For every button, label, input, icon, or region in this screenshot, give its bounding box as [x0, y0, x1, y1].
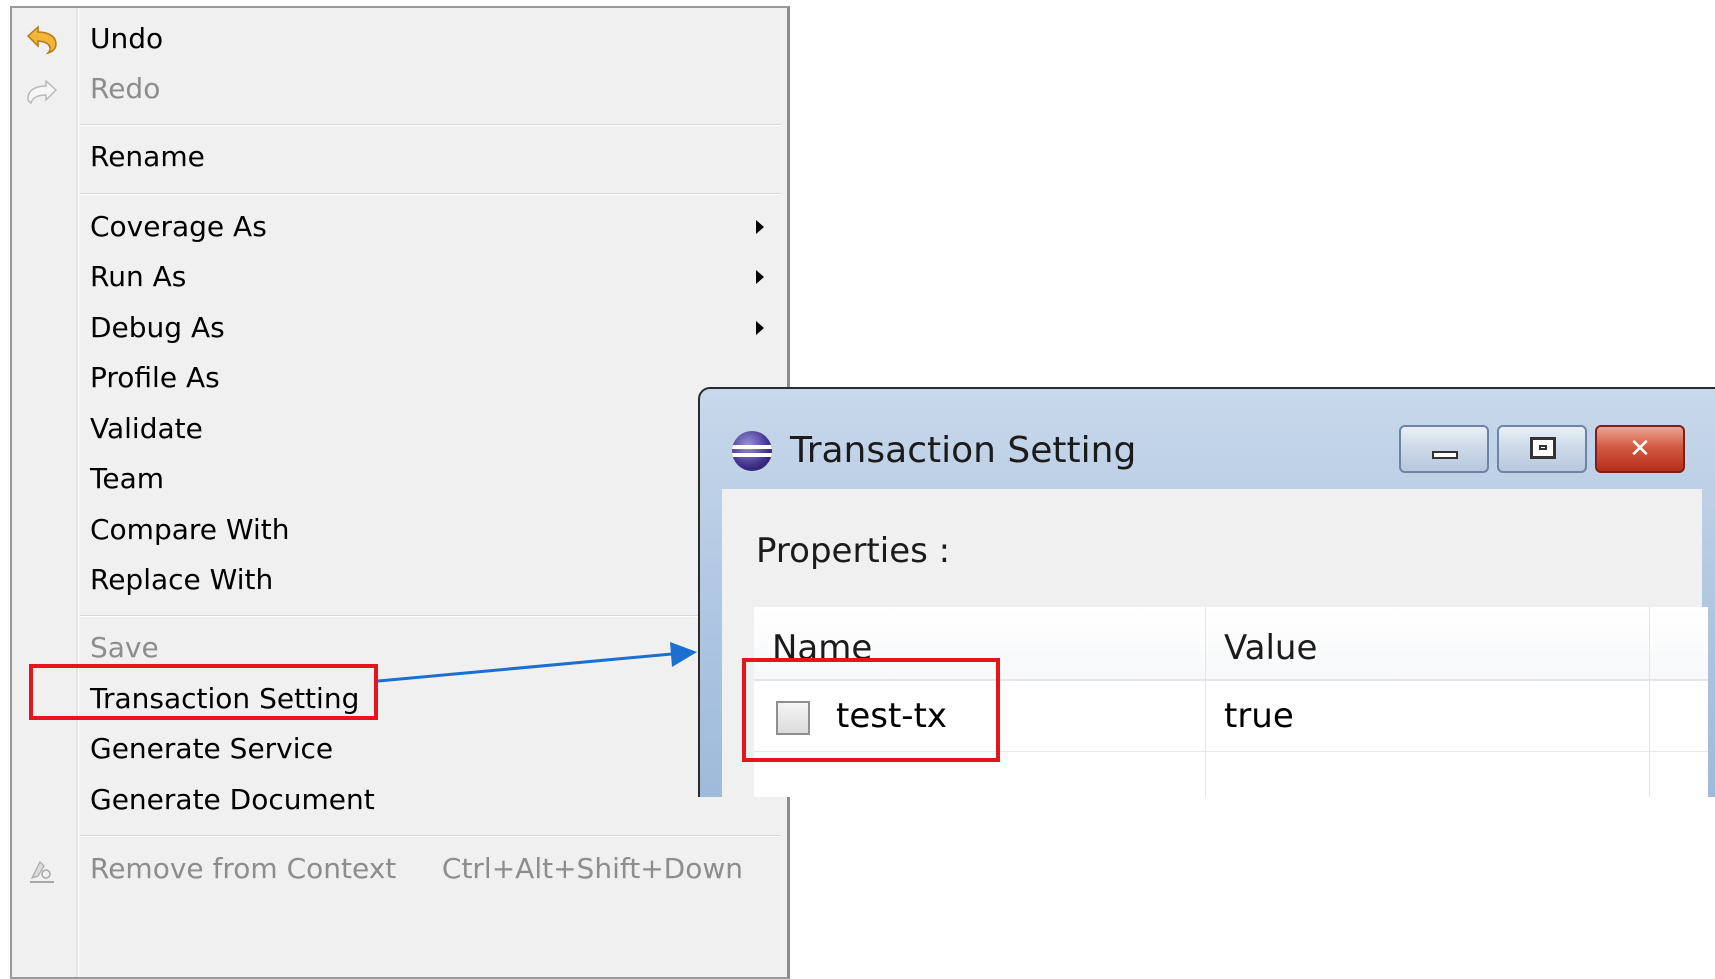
menu-item-label: Validate	[90, 412, 203, 445]
submenu-arrow-icon	[756, 220, 764, 234]
menu-item-label: Replace With	[90, 563, 274, 596]
menu-item-label: Debug As	[90, 311, 225, 344]
menu-item-coverage-as[interactable]: Coverage As	[12, 204, 787, 250]
menu-item-rename[interactable]: Rename	[12, 134, 787, 180]
menu-item-label: Profile As	[90, 361, 220, 394]
highlight-box-menu-item	[29, 664, 378, 720]
submenu-arrow-icon	[756, 321, 764, 335]
menu-item-team[interactable]: Team	[12, 456, 787, 502]
menu-separator	[80, 835, 781, 837]
maximize-button[interactable]	[1497, 425, 1587, 473]
menu-item-undo[interactable]: Undo	[12, 16, 787, 62]
menu-item-generate-document[interactable]: Generate Document	[12, 777, 787, 823]
menu-item-label: Redo	[90, 72, 161, 105]
eclipse-globe-icon	[732, 431, 772, 471]
maximize-icon	[1499, 427, 1585, 471]
menu-item-compare-with[interactable]: Compare With	[12, 507, 787, 553]
menu-item-replace-with[interactable]: Replace With	[12, 557, 787, 603]
menu-item-label: Coverage As	[90, 210, 267, 243]
context-menu: Undo Redo Rename Coverage As Run As Debu…	[10, 6, 790, 979]
menu-item-remove-from-context[interactable]: Remove from Context Ctrl+Alt+Shift+Down	[12, 846, 787, 892]
menu-item-label: Remove from Context	[90, 852, 397, 885]
menu-item-profile-as[interactable]: Profile As	[12, 355, 787, 401]
undo-arrow-icon	[26, 25, 57, 55]
menu-item-redo[interactable]: Redo	[12, 66, 787, 112]
menu-item-label: Generate Service	[90, 732, 334, 765]
menu-item-generate-service[interactable]: Generate Service	[12, 726, 787, 772]
menu-separator	[80, 193, 781, 195]
shortcut-text: Ctrl+Alt+Shift+Down	[441, 852, 743, 885]
minimize-button[interactable]	[1399, 425, 1489, 473]
remove-context-icon	[30, 860, 54, 883]
properties-label: Properties :	[756, 531, 951, 571]
menu-item-label: Generate Document	[90, 783, 375, 816]
menu-item-run-as[interactable]: Run As	[12, 254, 787, 300]
dialog-title: Transaction Setting	[790, 430, 1137, 471]
close-button[interactable]: ✕	[1595, 425, 1685, 473]
menu-item-label: Team	[90, 462, 165, 495]
submenu-arrow-icon	[756, 270, 764, 284]
column-header-value[interactable]: Value	[1224, 607, 1317, 679]
cell-value[interactable]: true	[1224, 681, 1294, 751]
menu-separator	[80, 124, 781, 126]
redo-arrow-icon	[27, 79, 58, 105]
menu-item-debug-as[interactable]: Debug As	[12, 305, 787, 351]
menu-item-label: Undo	[90, 22, 164, 55]
menu-item-label: Compare With	[90, 513, 290, 546]
menu-item-label: Rename	[90, 140, 205, 173]
dialog-titlebar[interactable]: Transaction Setting ✕	[700, 389, 1715, 489]
highlight-box-table-row	[742, 658, 1000, 762]
menu-item-validate[interactable]: Validate	[12, 406, 787, 452]
close-icon: ✕	[1629, 434, 1651, 464]
menu-item-label: Run As	[90, 260, 187, 293]
minimize-icon	[1401, 427, 1487, 471]
menu-separator	[80, 615, 781, 617]
